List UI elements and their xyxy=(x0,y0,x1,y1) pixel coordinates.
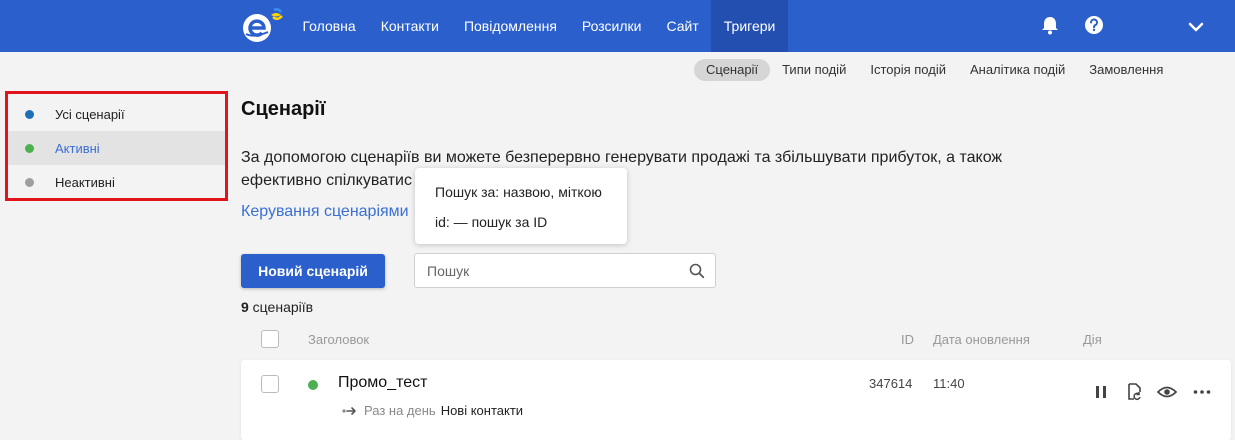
tooltip-line: id: — пошук за ID xyxy=(435,214,548,230)
description-line: ефективно спілкуватис xyxy=(241,172,412,189)
scenario-title[interactable]: Промо_тест xyxy=(338,374,427,392)
sidebar-item-label: Активні xyxy=(55,140,100,156)
table-row[interactable]: Промо_тест Раз на день Нові контакти 347… xyxy=(241,360,1231,440)
status-dot-icon xyxy=(25,177,34,187)
table-header: Заголовок ID Дата оновлення Дія xyxy=(241,330,1231,350)
status-dot-icon xyxy=(25,109,34,119)
status-dot-icon xyxy=(308,380,318,390)
manage-scenarios-link[interactable]: Керування сценаріями xyxy=(241,203,409,221)
page-title: Сценарії xyxy=(241,98,326,120)
new-scenario-button[interactable]: Новий сценарій xyxy=(241,254,385,288)
scenario-count: 9 сценаріїв xyxy=(241,299,313,315)
chevron-down-icon[interactable] xyxy=(1185,16,1207,38)
sub-navigation: Сценарії Типи подій Історія подій Аналіт… xyxy=(694,59,1175,81)
search-hint-tooltip: Пошук за: назвою, міткою id: — пошук за … xyxy=(415,168,627,244)
top-navigation-bar: Головна Контакти Повідомлення Розсилки С… xyxy=(0,0,1235,52)
restart-icon[interactable] xyxy=(1124,382,1144,402)
nav-item-mailings[interactable]: Розсилки xyxy=(569,0,654,52)
column-header-date[interactable]: Дата оновлення xyxy=(933,332,1030,347)
sidebar-item-label: Усі сценарії xyxy=(55,106,125,122)
count-value: 9 xyxy=(241,299,249,315)
scenario-updated: 11:40 xyxy=(933,376,965,391)
page-description: За допомогою сценаріїв ви можете безпере… xyxy=(241,146,1061,192)
trigger-arrow-icon xyxy=(342,406,356,415)
column-header-title[interactable]: Заголовок xyxy=(308,332,369,347)
help-icon[interactable] xyxy=(1083,14,1105,36)
scenario-filter-sidebar: Усі сценарії Активні Неактивні xyxy=(5,91,228,201)
nav-item-home[interactable]: Головна xyxy=(290,0,368,52)
description-line: За допомогою сценаріїв ви можете безпере… xyxy=(241,149,1003,166)
subnav-event-history[interactable]: Історія подій xyxy=(858,59,958,81)
search-icon[interactable] xyxy=(689,263,705,279)
subnav-event-types[interactable]: Типи подій xyxy=(770,59,858,81)
scenario-id: 347614 xyxy=(869,376,913,391)
logo-icon[interactable] xyxy=(240,7,288,45)
count-label: сценаріїв xyxy=(248,299,314,315)
search-input[interactable] xyxy=(427,262,677,280)
sidebar-item-active[interactable]: Активні xyxy=(8,131,225,165)
schedule-label: Раз на день xyxy=(364,403,436,418)
nav-item-messages[interactable]: Повідомлення xyxy=(451,0,569,52)
nav-item-site[interactable]: Сайт xyxy=(654,0,711,52)
scenario-schedule: Раз на день Нові контакти xyxy=(342,403,523,418)
sidebar-item-all[interactable]: Усі сценарії xyxy=(8,97,225,131)
pause-icon[interactable] xyxy=(1091,382,1111,402)
main-nav: Головна Контакти Повідомлення Розсилки С… xyxy=(290,0,788,52)
eye-icon[interactable] xyxy=(1157,382,1177,402)
sidebar-item-inactive[interactable]: Неактивні xyxy=(8,165,225,199)
nav-item-triggers[interactable]: Тригери xyxy=(711,0,788,52)
select-all-checkbox[interactable] xyxy=(261,330,279,348)
row-checkbox[interactable] xyxy=(261,375,279,393)
column-header-id[interactable]: ID xyxy=(901,332,914,347)
more-icon[interactable] xyxy=(1192,382,1212,402)
subnav-scenarios[interactable]: Сценарії xyxy=(694,59,771,81)
trigger-label: Нові контакти xyxy=(440,403,524,418)
tooltip-line: Пошук за: назвою, міткою xyxy=(435,184,602,200)
status-dot-icon xyxy=(25,143,34,153)
column-header-action: Дія xyxy=(1083,332,1102,347)
subnav-orders[interactable]: Замовлення xyxy=(1077,59,1175,81)
subnav-event-analytics[interactable]: Аналітика подій xyxy=(958,59,1077,81)
nav-item-contacts[interactable]: Контакти xyxy=(368,0,451,52)
bell-icon[interactable] xyxy=(1039,14,1061,36)
sidebar-item-label: Неактивні xyxy=(55,174,115,190)
search-box xyxy=(414,253,716,288)
